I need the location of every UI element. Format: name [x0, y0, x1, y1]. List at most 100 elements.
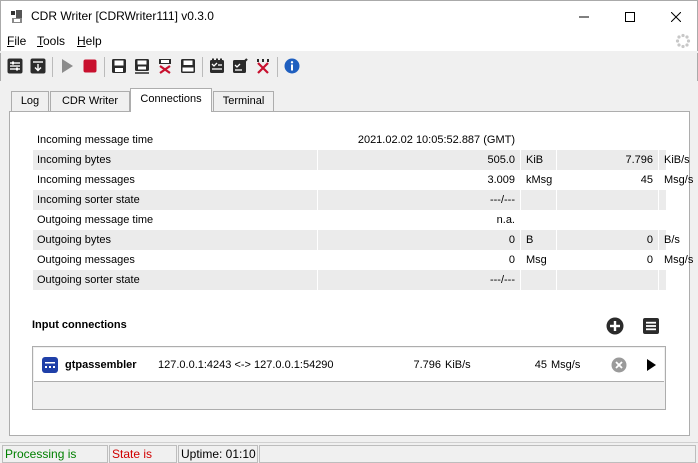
checklist-icon[interactable]: [208, 57, 226, 75]
menu-tools[interactable]: Tools: [37, 34, 65, 48]
menu-help[interactable]: Help: [77, 34, 102, 48]
connection-msg-rate-unit: Msg/s: [551, 359, 581, 371]
stat-value: n.a.: [318, 210, 521, 230]
stats-row: Incoming bytes 505.0 KiB 7.796 KiB/s: [33, 150, 690, 170]
tab-cdr-writer[interactable]: CDR Writer: [50, 91, 130, 111]
connection-msg-rate: 45: [534, 359, 547, 371]
stat-rate: 0: [557, 230, 659, 250]
tab-cdr-writer-label: CDR Writer: [61, 95, 118, 107]
stat-unit: [521, 270, 557, 290]
stats-row: Outgoing bytes 0 B 0 B/s: [33, 230, 680, 250]
tab-log[interactable]: Log: [11, 91, 49, 111]
tab-terminal-label: Terminal: [222, 95, 265, 107]
stat-rate-unit: [659, 130, 698, 150]
stat-rate-unit: Msg/s: [664, 254, 694, 266]
stat-unit: B: [521, 230, 557, 250]
tab-connections-label: Connections: [140, 93, 202, 105]
status-message-pane: [259, 445, 696, 463]
stat-unit: KiB: [521, 150, 557, 170]
stat-label: Incoming message time: [33, 130, 318, 150]
stat-rate: 0: [557, 250, 659, 270]
title-bar: CDR Writer [CDRWriter111] v0.3.0: [0, 0, 698, 31]
stat-unit: [521, 130, 557, 150]
eject-icon[interactable]: [179, 57, 197, 75]
stat-unit: [521, 190, 557, 210]
menu-bar: File Tools Help: [0, 31, 698, 51]
toolbar-separator: [52, 57, 53, 77]
toolbar-separator: [277, 57, 278, 77]
tab-connections[interactable]: Connections: [130, 88, 212, 112]
play-icon[interactable]: [58, 57, 76, 75]
checklist-edit-icon[interactable]: [231, 57, 249, 75]
add-connection-button[interactable]: [605, 316, 625, 336]
stats-row: Incoming messages 3.009 kMsg 45 Msg/s: [33, 170, 693, 190]
state-status: State is dirty: [109, 445, 177, 463]
stat-rate: [557, 130, 659, 150]
menu-help-label: elp: [85, 34, 102, 48]
minimize-button[interactable]: [561, 1, 607, 32]
tab-log-label: Log: [20, 95, 40, 107]
toolbar-separator: [202, 57, 203, 77]
connection-name: gtpassembler: [65, 359, 137, 371]
save-icon[interactable]: [110, 57, 128, 75]
cdr-app-icon: [9, 9, 25, 25]
stat-rate: [557, 210, 659, 230]
stat-unit: [521, 210, 557, 230]
settings-sliders-icon[interactable]: [6, 57, 24, 75]
stat-rate-unit: Msg/s: [664, 174, 694, 186]
stat-rate: [557, 270, 659, 290]
stat-rate-unit: KiB/s: [664, 154, 690, 166]
stat-value: 505.0: [318, 150, 521, 170]
status-bar: Processing is active State is dirty Upti…: [0, 442, 698, 463]
stats-table: Incoming message time 2021.02.02 10:05:5…: [33, 130, 693, 290]
stat-value: ---/---: [318, 270, 521, 290]
stat-value: 3.009: [318, 170, 521, 190]
uptime-status: Uptime: 01:10: [178, 445, 258, 463]
list-item[interactable]: gtpassembler 127.0.0.1:4243 <-> 127.0.0.…: [34, 348, 664, 382]
remove-connection-button[interactable]: [610, 356, 628, 374]
close-circle-icon: [611, 357, 627, 373]
save-as-icon[interactable]: [133, 57, 151, 75]
stats-row: Outgoing sorter state ---/---: [33, 270, 666, 290]
stats-row: Outgoing messages 0 Msg 0 Msg/s: [33, 250, 693, 270]
expand-connection-button[interactable]: [642, 356, 660, 374]
connection-rate-unit: KiB/s: [445, 359, 471, 371]
maximize-button[interactable]: [607, 1, 653, 32]
stat-unit: kMsg: [521, 170, 557, 190]
checklist-delete-icon[interactable]: [254, 57, 272, 75]
toolbar: [0, 53, 698, 81]
add-circle-icon: [606, 317, 624, 335]
download-config-icon[interactable]: [29, 57, 47, 75]
stop-icon[interactable]: [81, 57, 99, 75]
stat-rate-unit: [659, 270, 698, 290]
stat-value: 0: [318, 230, 521, 250]
stat-value: ---/---: [318, 190, 521, 210]
tab-terminal[interactable]: Terminal: [213, 91, 274, 111]
list-menu-icon: [643, 318, 659, 334]
input-connections-list: gtpassembler 127.0.0.1:4243 <-> 127.0.0.…: [32, 346, 666, 410]
toolbar-separator: [104, 57, 105, 77]
connections-list-menu-button[interactable]: [641, 316, 661, 336]
stat-value: 2021.02.02 10:05:52.887 (GMT): [318, 130, 521, 150]
stat-rate: [557, 190, 659, 210]
stat-label: Outgoing message time: [33, 210, 318, 230]
connection-address: 127.0.0.1:4243 <-> 127.0.0.1:54290: [158, 359, 334, 371]
stat-label: Outgoing messages: [33, 250, 318, 270]
connection-status-icon: [42, 357, 58, 373]
stat-rate: 7.796: [557, 150, 659, 170]
stat-label: Outgoing bytes: [33, 230, 318, 250]
input-connections-title: Input connections: [32, 319, 127, 331]
stat-label: Incoming sorter state: [33, 190, 318, 210]
menu-file-label: ile: [14, 34, 27, 48]
stat-label: Incoming bytes: [33, 150, 318, 170]
stat-label: Outgoing sorter state: [33, 270, 318, 290]
close-window-button[interactable]: [653, 1, 698, 32]
delete-save-icon[interactable]: [156, 57, 174, 75]
menu-file[interactable]: File: [7, 34, 26, 48]
stats-row: Incoming message time 2021.02.02 10:05:5…: [33, 130, 666, 150]
info-icon[interactable]: [283, 57, 301, 75]
stat-rate-unit: [659, 190, 698, 210]
stat-value: 0: [318, 250, 521, 270]
stat-rate-unit: [659, 210, 698, 230]
play-arrow-icon: [647, 359, 656, 371]
